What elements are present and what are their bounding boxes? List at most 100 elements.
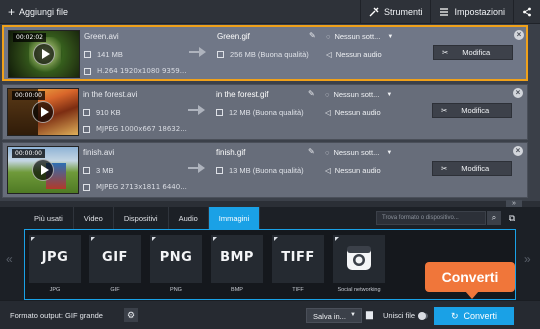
source-size-value: 910 KB (96, 108, 121, 117)
format-label: GIF (110, 287, 120, 293)
add-files-button[interactable]: + Aggiungi file (2, 2, 74, 22)
pencil-icon[interactable]: ✎ (308, 89, 315, 98)
audio-dropdown[interactable]: ◁ Nessun audio (325, 166, 381, 175)
video-thumbnail[interactable]: 00:02:02 (8, 30, 80, 78)
edit-button[interactable]: ✂ Modifica (433, 45, 513, 60)
chevron-down-icon: ▼ (386, 149, 393, 156)
file-row[interactable]: 00:02:02 Green.avi 141 MB H.264 1920x108… (2, 25, 528, 81)
settings-button[interactable]: Impostazioni (430, 0, 513, 24)
pencil-icon[interactable]: ✎ (309, 31, 316, 40)
audio-value: Nessun audio (335, 50, 382, 59)
tab-most-used[interactable]: Più usati (24, 207, 74, 229)
tab-images[interactable]: Immagini (208, 207, 261, 229)
source-meta: H.264 1920x1080 9359... (84, 67, 186, 75)
format-search-input[interactable]: Trova formato o dispositivo... (376, 211, 486, 225)
subtitles-dropdown[interactable]: ◌ Nessun sott... ▼ (325, 148, 392, 157)
format-tile-png[interactable]: PNG (150, 235, 202, 283)
output-size: 256 MB (Buona qualità) (217, 50, 309, 59)
gear-icon[interactable]: ⚙ (124, 308, 138, 322)
file-row[interactable]: 00:00:00 in the forest.avi 910 KB MJPEG … (2, 84, 528, 140)
subtitles-dropdown[interactable]: ◌ Nessun sott... ▼ (325, 90, 392, 99)
convert-button[interactable]: ↻ Converti (434, 307, 514, 325)
file-row[interactable]: 00:00:00 finish.avi 3 MB MJPEG 2713x1811… (2, 142, 528, 198)
scroll-right-icon[interactable]: » (524, 252, 531, 266)
folder-icon[interactable]: ▆ (366, 309, 378, 319)
format-tile-social[interactable] (333, 235, 385, 283)
source-size-value: 3 MB (96, 166, 114, 175)
format-label: Social networking (337, 287, 381, 293)
scroll-left-icon[interactable]: « (6, 252, 13, 266)
edit-label: Modifica (461, 164, 490, 173)
timecode: 00:02:02 (13, 33, 46, 42)
source-size: 141 MB (84, 50, 123, 59)
source-meta: MJPEG 1000x667 18632... (83, 125, 187, 133)
tab-devices[interactable]: Dispositivi (114, 207, 169, 229)
play-icon[interactable] (32, 159, 54, 181)
toggle-switch[interactable] (418, 311, 429, 320)
audio-value: Nessun audio (334, 108, 381, 117)
tools-button[interactable]: Strumenti (359, 0, 431, 24)
tools-icon (369, 7, 379, 17)
video-thumbnail[interactable]: 00:00:00 (7, 146, 79, 194)
pencil-icon[interactable]: ✎ (308, 147, 315, 156)
scissors-icon: ✂ (441, 164, 448, 173)
settings-label: Impostazioni (454, 7, 505, 17)
format-tile-bmp[interactable]: BMP (211, 235, 263, 283)
format-tile-gif[interactable]: GIF (89, 235, 141, 283)
file-icon (84, 51, 91, 58)
play-icon[interactable] (32, 101, 54, 123)
search-icon[interactable]: ⌕ (487, 211, 501, 225)
audio-dropdown[interactable]: ◁ Nessun audio (325, 108, 381, 117)
close-icon[interactable]: × (514, 30, 524, 40)
edit-label: Modifica (461, 106, 490, 115)
format-corner-icon (213, 237, 217, 241)
output-filename: Green.gif (217, 32, 250, 41)
edit-label: Modifica (462, 48, 491, 57)
file-icon (216, 167, 223, 174)
arrow-right-icon (189, 47, 207, 57)
source-filename: in the forest.avi (83, 90, 138, 99)
close-icon[interactable]: × (513, 146, 523, 156)
source-size: 3 MB (83, 166, 114, 175)
source-meta-value: MJPEG 1000x667 18632... (96, 125, 187, 133)
refresh-icon: ↻ (450, 310, 459, 321)
format-corner-icon (91, 237, 95, 241)
tiff-logo: TIFF (281, 250, 315, 265)
close-icon[interactable]: × (513, 88, 523, 98)
output-size-value: 13 MB (Buona qualità) (229, 166, 304, 175)
format-corner-icon (152, 237, 156, 241)
output-size: 12 MB (Buona qualità) (216, 108, 304, 117)
share-button[interactable] (513, 0, 540, 24)
top-toolbar: + Aggiungi file Strumenti Impostazioni (0, 0, 540, 24)
source-meta: MJPEG 2713x1811 6440... (83, 183, 187, 191)
video-thumbnail[interactable]: 00:00:00 (7, 88, 79, 136)
output-size-value: 12 MB (Buona qualità) (229, 108, 304, 117)
source-size: 910 KB (83, 108, 121, 117)
edit-button[interactable]: ✂ Modifica (432, 103, 512, 118)
tab-audio[interactable]: Audio (169, 207, 209, 229)
source-size-value: 141 MB (97, 50, 123, 59)
camera-icon (347, 246, 371, 270)
subtitles-dropdown[interactable]: ◌ Nessun sott... ▼ (326, 32, 393, 41)
audio-value: Nessun audio (334, 166, 381, 175)
format-tile-jpg[interactable]: JPG (29, 235, 81, 283)
file-list: 00:02:02 Green.avi 141 MB H.264 1920x108… (0, 24, 540, 201)
play-icon[interactable] (33, 43, 55, 65)
speaker-icon: ◁ (325, 108, 331, 117)
subtitles-icon: ◌ (325, 90, 330, 99)
merge-files-toggle[interactable]: Unisci file (383, 311, 429, 320)
file-icon (216, 109, 223, 116)
format-label: JPG (49, 287, 61, 293)
tab-video[interactable]: Video (74, 207, 114, 229)
device-detect-icon[interactable]: ⧉ (505, 210, 519, 226)
convert-label: Converti (463, 311, 498, 321)
edit-button[interactable]: ✂ Modifica (432, 161, 512, 176)
source-filename: Green.avi (84, 32, 119, 41)
plus-icon: + (8, 5, 16, 19)
save-to-dropdown[interactable]: Salva in... ▼ (306, 308, 362, 323)
timecode: 00:00:00 (12, 91, 45, 100)
list-scrollbar[interactable] (530, 24, 540, 201)
audio-dropdown[interactable]: ◁ Nessun audio (326, 50, 382, 59)
format-tile-tiff[interactable]: TIFF (272, 235, 324, 283)
bottom-bar: Formato output: GIF grande ⚙ Salva in...… (0, 300, 540, 329)
